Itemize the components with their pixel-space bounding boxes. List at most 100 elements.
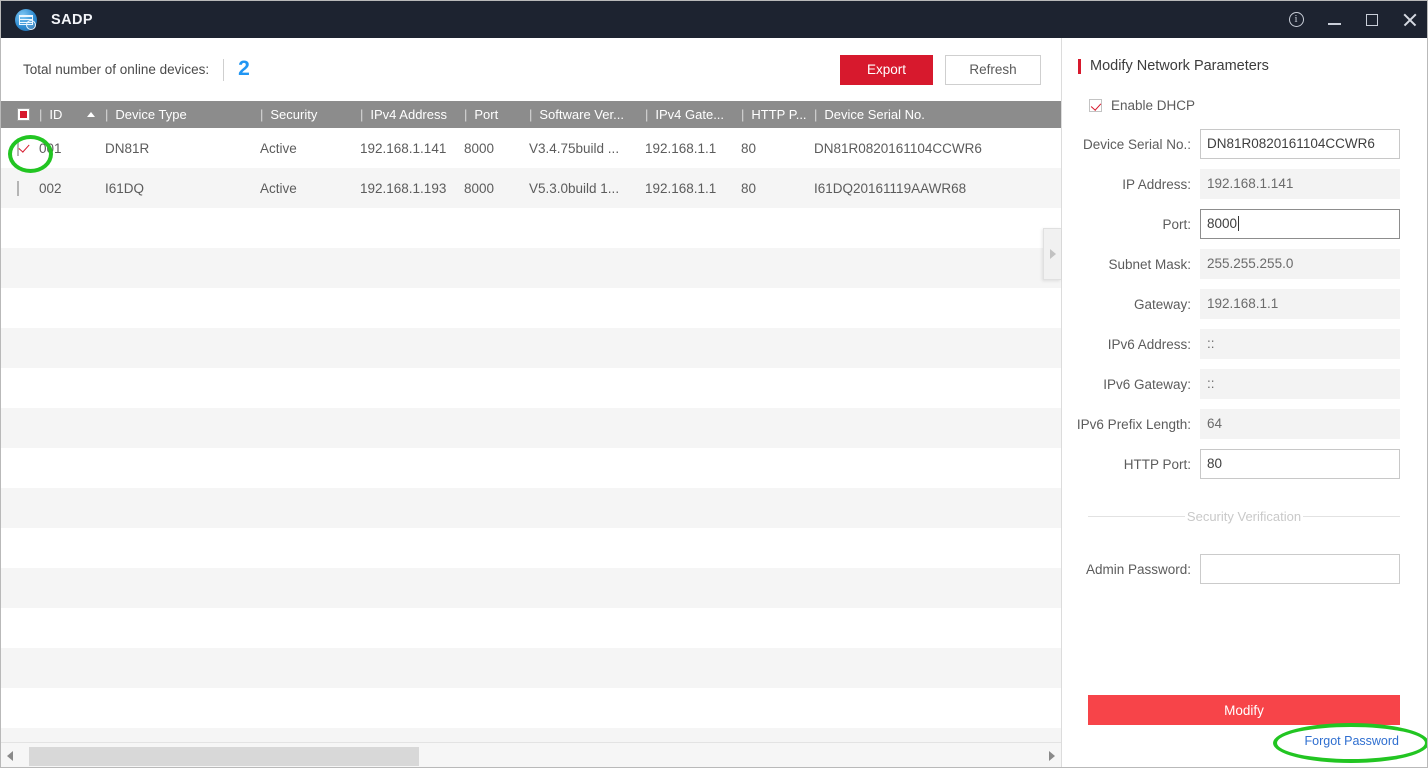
column-header-software-version[interactable]: |Software Ver... [529, 101, 645, 128]
panel-title-label: Modify Network Parameters [1090, 58, 1269, 74]
collapse-panel-button[interactable] [1043, 228, 1061, 280]
subnet-mask-row: Subnet Mask: 255.255.255.0 [1062, 249, 1428, 279]
cell-id: 001 [39, 141, 105, 156]
table-row-empty [1, 568, 1061, 608]
http-port-label: HTTP Port: [1062, 457, 1200, 472]
horizontal-scrollbar[interactable] [1, 742, 1061, 768]
table-row-empty [1, 288, 1061, 328]
security-verification-divider: Security Verification [1088, 509, 1400, 524]
scrollbar-thumb[interactable] [29, 747, 419, 766]
minimize-icon [1328, 23, 1341, 25]
divider-line-right [1303, 516, 1400, 517]
modify-button[interactable]: Modify [1088, 695, 1400, 725]
column-header-port-label: Port [474, 107, 498, 122]
refresh-button[interactable]: Refresh [945, 55, 1041, 85]
title-bar: SADP [1, 1, 1428, 38]
column-header-port[interactable]: |Port [464, 101, 529, 128]
device-list-pane: Total number of online devices: 2 Export… [1, 38, 1061, 768]
select-all-checkbox[interactable] [1, 101, 39, 128]
ipv6-gateway-row: IPv6 Gateway::: [1062, 369, 1428, 399]
cell-type: DN81R [105, 141, 260, 156]
panel-title: Modify Network Parameters [1078, 58, 1428, 74]
column-header-id-label: ID [49, 107, 62, 122]
row-checkbox[interactable] [1, 181, 39, 196]
scroll-left-button[interactable] [1, 743, 19, 768]
http-port-input[interactable]: 80 [1200, 449, 1400, 479]
ipv6-address-value: :: [1207, 336, 1215, 351]
scrollbar-track[interactable] [19, 743, 1043, 768]
table-row[interactable]: 001DN81RActive192.168.1.1418000V3.4.75bu… [1, 128, 1061, 168]
column-header-software-version-label: Software Ver... [539, 107, 624, 122]
ipv6-address-label: IPv6 Address: [1062, 337, 1200, 352]
text-cursor [1238, 216, 1239, 231]
table-row-empty [1, 528, 1061, 568]
maximize-button[interactable] [1353, 1, 1391, 38]
app-title: SADP [51, 12, 93, 28]
column-header-http-port[interactable]: |HTTP P... [741, 101, 814, 128]
ip-address-label: IP Address: [1062, 177, 1200, 192]
column-header-ipv4-gateway[interactable]: |IPv4 Gate... [645, 101, 741, 128]
table-row-empty [1, 688, 1061, 728]
triangle-left-icon [7, 751, 13, 761]
ipv6-gateway-label: IPv6 Gateway: [1062, 377, 1200, 392]
ip-address-row: IP Address: 192.168.1.141 [1062, 169, 1428, 199]
column-header-device-serial-no[interactable]: |Device Serial No. [814, 101, 1034, 128]
cell-gw: 192.168.1.1 [645, 181, 741, 196]
subnet-mask-value: 255.255.255.0 [1207, 256, 1293, 271]
port-row: Port:8000 [1062, 209, 1428, 239]
table-row-empty [1, 488, 1061, 528]
column-header-security[interactable]: |Security [260, 101, 360, 128]
table-header-row: |ID |Device Type |Security |IPv4 Address… [1, 101, 1061, 128]
ip-address-value: 192.168.1.141 [1207, 176, 1293, 191]
maximize-icon [1366, 14, 1378, 26]
http-port-row: HTTP Port:80 [1062, 449, 1428, 479]
column-header-id[interactable]: |ID [39, 101, 105, 128]
column-header-http-port-label: HTTP P... [751, 107, 806, 122]
sadp-magnifier-icon [15, 9, 37, 31]
panel-accent-bar [1078, 59, 1081, 74]
table-row-empty [1, 608, 1061, 648]
scroll-right-button[interactable] [1043, 743, 1061, 768]
port-input[interactable]: 8000 [1200, 209, 1400, 239]
cell-serial: I61DQ20161119AAWR68 [814, 181, 1034, 196]
row-checkbox[interactable] [1, 141, 39, 156]
column-header-device-type[interactable]: |Device Type [105, 101, 260, 128]
checkbox-indeterminate-icon [17, 108, 30, 121]
column-header-ipv4-address[interactable]: |IPv4 Address [360, 101, 464, 128]
network-parameter-fields: Device Serial No.:DN81R0820161104CCWR6 IP… [1062, 129, 1428, 479]
enable-dhcp-label: Enable DHCP [1111, 98, 1195, 113]
device-serial-no-input[interactable]: DN81R0820161104CCWR6 [1200, 129, 1400, 159]
checkbox-checked-icon [17, 141, 19, 156]
security-verification-label: Security Verification [1185, 509, 1303, 524]
sadp-window: SADP Total number of online devices: 2 E… [0, 0, 1428, 768]
forgot-password-link[interactable]: Forgot Password [1305, 734, 1399, 748]
total-devices-count: 2 [238, 57, 250, 81]
close-button[interactable] [1391, 1, 1428, 38]
admin-password-input[interactable] [1200, 554, 1400, 584]
table-row-empty [1, 448, 1061, 488]
info-button[interactable] [1277, 1, 1315, 38]
cell-sec: Active [260, 181, 360, 196]
device-serial-no-row: Device Serial No.:DN81R0820161104CCWR6 [1062, 129, 1428, 159]
minimize-button[interactable] [1315, 1, 1353, 38]
subnet-mask-input: 255.255.255.0 [1200, 249, 1400, 279]
total-devices-label: Total number of online devices: [23, 62, 209, 77]
enable-dhcp-checkbox[interactable]: Enable DHCP [1089, 98, 1428, 113]
ipv6-prefix-row: IPv6 Prefix Length:64 [1062, 409, 1428, 439]
table-row[interactable]: 002I61DQActive192.168.1.1938000V5.3.0bui… [1, 168, 1061, 208]
export-button[interactable]: Export [840, 55, 933, 85]
subnet-mask-label: Subnet Mask: [1062, 257, 1200, 272]
ipv6-prefix-value: 64 [1207, 416, 1222, 431]
device-serial-no-label: Device Serial No.: [1062, 137, 1200, 152]
port-label: Port: [1062, 217, 1200, 232]
cell-ip: 192.168.1.141 [360, 141, 464, 156]
ipv6-prefix-input: 64 [1200, 409, 1400, 439]
ipv6-address-input: :: [1200, 329, 1400, 359]
cell-serial: DN81R0820161104CCWR6 [814, 141, 1034, 156]
cell-http: 80 [741, 141, 814, 156]
ipv6-gateway-value: :: [1207, 376, 1215, 391]
sort-ascending-icon [87, 112, 95, 117]
table-row-empty [1, 248, 1061, 288]
cell-http: 80 [741, 181, 814, 196]
device-table: |ID |Device Type |Security |IPv4 Address… [1, 101, 1061, 768]
